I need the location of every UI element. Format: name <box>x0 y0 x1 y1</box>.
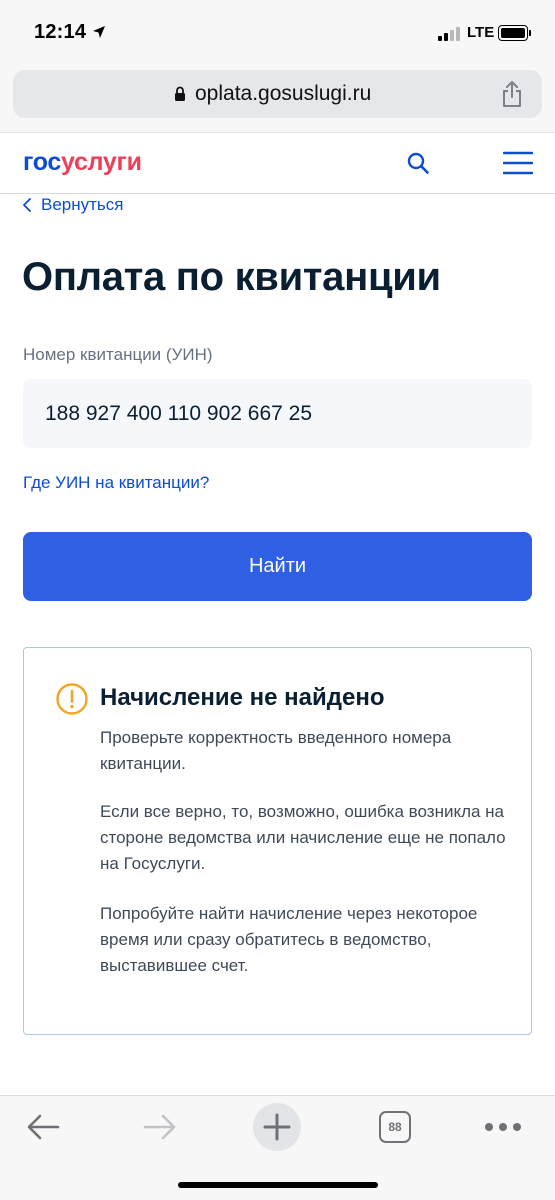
browser-address-area: oplata.gosuslugi.ru <box>0 62 555 132</box>
status-time: 12:14 <box>34 21 87 43</box>
lock-icon <box>175 86 185 101</box>
uin-field-label: Номер квитанции (УИН) <box>23 345 213 364</box>
address-bar[interactable]: oplata.gosuslugi.ru <box>13 70 542 118</box>
warning-icon <box>56 683 88 715</box>
notice-text-1: Проверьте корректность введенного номера… <box>100 728 452 773</box>
more-icon[interactable] <box>484 1122 522 1132</box>
forward-arrow-icon[interactable] <box>143 1113 177 1141</box>
battery-icon <box>498 25 531 41</box>
logo-part-uslugi: услуги <box>61 148 142 176</box>
back-link[interactable]: Вернуться <box>22 195 124 215</box>
back-arrow-icon[interactable] <box>26 1113 60 1141</box>
notice-title: Начисление не найдено <box>100 684 385 711</box>
search-icon[interactable] <box>406 151 430 175</box>
page-title: Оплата по квитанции <box>22 255 441 299</box>
logo-part-gos: гос <box>23 148 62 176</box>
url-text: oplata.gosuslugi.ru <box>195 82 372 105</box>
notice-text-3: Попробуйте найти начисление через некото… <box>100 904 478 975</box>
status-bar: 12:14 LTE <box>0 0 555 62</box>
back-link-label: Вернуться <box>41 195 124 214</box>
chevron-left-icon <box>23 198 31 212</box>
location-arrow-icon <box>93 26 105 38</box>
home-indicator <box>178 1182 378 1188</box>
where-uin-link[interactable]: Где УИН на квитанции? <box>23 473 209 493</box>
tabs-icon[interactable]: 88 <box>379 1111 411 1143</box>
find-button[interactable]: Найти <box>23 532 532 601</box>
site-header: госуслуги <box>0 132 555 194</box>
notice-text-2: Если все верно, то, возможно, ошибка воз… <box>100 802 506 873</box>
not-found-notice: Начисление не найдено Проверьте корректн… <box>23 647 532 1035</box>
gosuslugi-logo[interactable]: госуслуги <box>23 148 142 177</box>
network-type: LTE <box>467 24 495 41</box>
plus-icon <box>263 1113 291 1141</box>
new-tab-button[interactable] <box>253 1103 301 1151</box>
uin-input[interactable] <box>23 379 532 448</box>
menu-icon[interactable] <box>503 151 533 175</box>
share-icon[interactable] <box>501 80 523 108</box>
signal-icon <box>438 27 462 41</box>
